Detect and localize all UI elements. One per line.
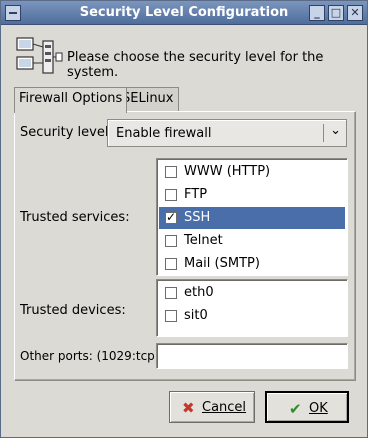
telnet-label: Telnet (184, 233, 223, 248)
other-ports-input[interactable] (156, 343, 348, 369)
smtp-label: Mail (SMTP) (184, 256, 260, 271)
service-item-smtp[interactable]: Mail (SMTP) (159, 253, 345, 275)
tab-selinux-label: SELinux (122, 91, 174, 106)
cancel-button-label: Cancel (202, 400, 247, 415)
service-item-ftp[interactable]: FTP (159, 184, 345, 206)
cancel-button[interactable]: ✖ Cancel (169, 391, 255, 423)
sit0-checkbox[interactable] (165, 310, 177, 322)
close-button[interactable]: ✕ (347, 5, 363, 21)
ssh-checkbox[interactable] (165, 210, 177, 224)
ftp-label: FTP (184, 187, 208, 202)
tab-firewall-options-label: Firewall Options (19, 91, 123, 106)
network-security-icon (16, 37, 63, 74)
combo-separator (323, 124, 324, 142)
device-item-eth0[interactable]: eth0 (159, 282, 345, 304)
ok-button-label: OK (309, 401, 328, 416)
smtp-checkbox[interactable] (165, 258, 177, 270)
service-item-ssh[interactable]: SSH (159, 207, 345, 229)
telnet-checkbox[interactable] (165, 235, 177, 247)
trusted-services-list[interactable]: WWW (HTTP) FTP SSH Telnet Mail (SMTP) (156, 158, 348, 276)
check-icon: ✔ (289, 400, 302, 418)
title-bar[interactable]: Security Level Configuration _ □ ✕ (1, 1, 367, 25)
ok-button[interactable]: ✔ OK (265, 391, 349, 423)
trusted-services-label: Trusted services: (20, 210, 130, 225)
header-text: Please choose the security level for the… (67, 50, 324, 80)
service-item-www[interactable]: WWW (HTTP) (159, 161, 345, 183)
chevron-down-icon[interactable]: ⌄ (330, 123, 341, 138)
tab-firewall-options[interactable]: Firewall Options (14, 87, 128, 113)
service-item-telnet[interactable]: Telnet (159, 230, 345, 252)
sit0-label: sit0 (184, 308, 208, 323)
www-checkbox[interactable] (165, 166, 177, 178)
ssh-label: SSH (184, 210, 211, 225)
minimize-button[interactable]: _ (309, 5, 325, 21)
security-level-value: Enable firewall (116, 126, 212, 141)
eth0-checkbox[interactable] (165, 287, 177, 299)
security-level-select[interactable]: Enable firewall ⌄ (107, 119, 347, 147)
maximize-button[interactable]: □ (328, 5, 344, 21)
ftp-checkbox[interactable] (165, 189, 177, 201)
other-ports-label: Other ports: (1029:tcp) (20, 349, 160, 363)
security-level-label: Security level: (20, 125, 113, 140)
www-label: WWW (HTTP) (184, 164, 271, 179)
trusted-devices-list[interactable]: eth0 sit0 (156, 279, 348, 337)
cancel-icon: ✖ (182, 399, 195, 417)
device-item-sit0[interactable]: sit0 (159, 305, 345, 327)
eth0-label: eth0 (184, 285, 214, 300)
security-level-window: Security Level Configuration _ □ ✕ Pleas… (0, 0, 368, 438)
trusted-devices-label: Trusted devices: (20, 303, 126, 318)
